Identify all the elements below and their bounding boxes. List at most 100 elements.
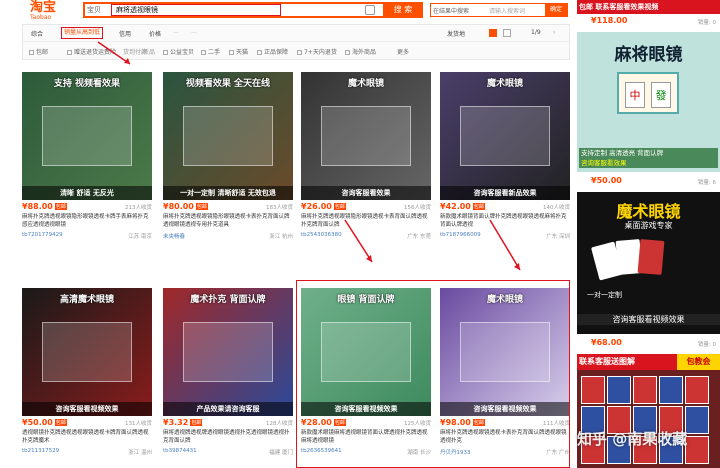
ship-from-filter[interactable]: 发货地 [447, 29, 465, 38]
price-range-min[interactable]: — [173, 29, 179, 36]
product-image[interactable]: 魔术眼镜 咨询客服看新品效果 [440, 72, 570, 200]
refine-confirm-button[interactable]: 确定 [545, 4, 567, 16]
grid-view-icon[interactable] [489, 29, 497, 37]
filter-more[interactable]: 更多 [397, 47, 409, 56]
product-card[interactable]: 高清魔术眼镜 咨询客服看视频效果 ¥50.00 包邮 131人收货 透视眼镜扑克牌… [22, 288, 152, 463]
shop-name-link[interactable]: tb39874431 [163, 448, 197, 454]
product-image[interactable]: 魔术扑克 背面认牌 产品效果请咨询客服 [163, 288, 293, 416]
sort-default[interactable]: 综合 [31, 29, 43, 38]
product-card[interactable]: 支持 视频看效果 清晰 舒适 无反光 ¥88.00 包邮 213人收货 麻将扑克牌… [22, 72, 152, 247]
sort-row: 综合 销量从高到低 信用 价格 — — 发货地 1/9 › [23, 25, 571, 42]
product-card[interactable]: 魔术眼镜 咨询客服看效果 ¥26.00 包邮 156人收货 麻将扑克牌透视眼镜隐形… [301, 72, 431, 247]
product-card[interactable]: 视频看效果 全天在线 一对一定制 清晰舒适 无效包退 ¥80.00 包邮 183人… [163, 72, 293, 247]
shop-name-link[interactable]: tb211317529 [22, 448, 59, 454]
product-price: ¥3.32 包邮 [163, 418, 203, 427]
ad-sold-3: 销量: 0 [697, 342, 716, 348]
refine-search-box[interactable]: 在结果中搜索 请输入搜索词 确定 [430, 3, 568, 17]
shop-location: 福建 厦门 [269, 450, 293, 456]
filter-new[interactable]: 新品 [143, 47, 155, 56]
product-title[interactable]: 麻将扑克牌透视眼镜隐形眼镜透视卡表扑克背面认牌透视眼镜透视专用扑克道具 [163, 213, 293, 229]
product-image-footer: 咨询客服看新品效果 [440, 186, 570, 200]
product-title[interactable]: 透视眼镜扑克牌透视透视眼镜透视卡牌背面认牌透视扑克牌魔术 [22, 429, 152, 445]
product-title[interactable]: 麻将透视牌透视牌透视眼镜透视扑克透视眼镜透视扑克背面认牌 [163, 429, 293, 445]
product-image-headline: 视频看效果 全天在线 [185, 79, 271, 89]
filter-genuine[interactable]: 正品保障 [257, 47, 288, 56]
product-title[interactable]: 麻将扑克牌透视眼镜隐形眼镜透视卡牌手表麻将扑克感应透视透视眼镜 [22, 213, 152, 229]
product-sold-count: 140人收货 [543, 205, 570, 211]
product-image-graphic [460, 106, 550, 166]
shop-name-link[interactable]: tb7187966009 [440, 232, 481, 238]
filter-return-insurance[interactable]: 赠送退货运费险 [67, 47, 116, 56]
list-view-icon[interactable] [503, 29, 511, 37]
product-image-footer: 产品效果请咨询客服 [163, 402, 293, 416]
shop-location: 江苏 南京 [128, 234, 152, 240]
free-shipping-badge: 包邮 [190, 419, 203, 426]
product-image-headline: 魔术眼镜 [486, 79, 523, 89]
price-range-max[interactable]: — [191, 29, 197, 36]
ad-banner2-sub: 桌面游戏专家 [624, 221, 673, 230]
product-title[interactable]: 麻将扑克牌透视眼镜隐形眼镜透视卡表背面认牌透视扑克牌背面认牌 [301, 213, 431, 229]
product-image-graphic [42, 322, 132, 382]
filter-free-shipping[interactable]: 包邮 [29, 47, 48, 56]
shop-location: 浙江 杭州 [269, 234, 293, 240]
product-image-graphic [42, 106, 132, 166]
product-sold-count: 128人收货 [266, 421, 293, 427]
refine-search-input[interactable]: 请输入搜索词 [489, 6, 525, 15]
product-sold-count: 183人收货 [266, 205, 293, 211]
card-backs-pattern [581, 376, 709, 464]
ad-banner1-footer: 支持定制 高清透亮 背面认牌 咨询客服看效果 [579, 148, 718, 168]
mahjong-tile-green: 發 [651, 82, 671, 108]
product-price: ¥80.00 包邮 [163, 202, 208, 211]
shop-name-link[interactable]: tb2543036380 [301, 232, 342, 238]
filter-7day-return[interactable]: 7+天内退货 [297, 47, 337, 56]
ad-banner1-title: 麻将眼镜 [614, 45, 683, 65]
free-shipping-badge: 包邮 [54, 203, 67, 210]
annotation-arrowhead-2 [514, 263, 520, 270]
sort-by-sales[interactable]: 销量从高到低 [61, 27, 104, 39]
product-image-footer: 咨询客服看视频效果 [22, 402, 152, 416]
product-image[interactable]: 高清魔术眼镜 咨询客服看视频效果 [22, 288, 152, 416]
filter-secondhand[interactable]: 二手 [201, 47, 220, 56]
product-title[interactable]: 新款魔术眼镜背面认牌扑克牌透视眼镜透视麻将扑克背面认牌透视 [440, 213, 570, 229]
product-sold-count: 131人收货 [125, 421, 152, 427]
playing-card-graphic [637, 239, 665, 275]
search-button[interactable]: 搜 索 [383, 2, 423, 18]
ad-image-magic-glasses[interactable]: 魔术眼镜 桌面游戏专家 一对一定制 咨询客服看视频效果 [577, 192, 720, 334]
ad-banner2-bot2: 咨询客服看视频效果 [577, 314, 720, 325]
taobao-logo[interactable]: 淘宝 Taobao [30, 1, 66, 21]
ad-banner3-tag: 包教会 [677, 354, 720, 370]
filter-charity[interactable]: 公益宝贝 [163, 47, 194, 56]
search-category[interactable]: 宝贝 [87, 5, 109, 16]
sort-price[interactable]: 价格 [149, 29, 161, 38]
product-card[interactable]: 魔术眼镜 咨询客服看新品效果 ¥42.00 包邮 140人收货 新款魔术眼镜背面认… [440, 72, 570, 247]
search-box[interactable]: 宝贝 麻将透视眼镜 搜 索 [83, 2, 423, 18]
filter-tmall[interactable]: 天猫 [229, 47, 248, 56]
right-ad-column: 包邮 联系客服看效果视频 ¥118.00 销量: 0 麻将眼镜 中 發 支持定制… [577, 0, 720, 468]
free-shipping-badge: 包邮 [54, 419, 67, 426]
mahjong-tile-graphic: 中 發 [617, 72, 679, 114]
refine-search-label: 在结果中搜索 [433, 8, 470, 15]
product-image[interactable]: 魔术眼镜 咨询客服看效果 [301, 72, 431, 200]
ad-image-mahjong[interactable]: 麻将眼镜 中 發 支持定制 高清透亮 背面认牌 咨询客服看效果 [577, 32, 720, 172]
product-image-graphic [183, 322, 273, 382]
ad-banner3-title: 联系客服送图解 [577, 354, 677, 370]
shop-name-link[interactable]: tb7201779429 [22, 232, 63, 238]
shop-location: 广东 东莞 [407, 234, 431, 240]
product-sold-count: 156人收货 [404, 205, 431, 211]
ad-image-cards[interactable]: 联系客服送图解 包教会 [577, 354, 720, 468]
camera-icon[interactable] [365, 5, 375, 15]
product-image[interactable]: 支持 视频看效果 清晰 舒适 无反光 [22, 72, 152, 200]
shop-name-link[interactable]: 未央畅春 [163, 232, 185, 240]
annotation-arrowhead-1 [366, 255, 372, 262]
free-shipping-badge: 包邮 [333, 203, 346, 210]
top-header: 淘宝 Taobao 宝贝 麻将透视眼镜 搜 索 在结果中搜索 请输入搜索词 确定 [0, 0, 575, 22]
search-input[interactable]: 麻将透视眼镜 [111, 4, 281, 16]
product-image[interactable]: 视频看效果 全天在线 一对一定制 清晰舒适 无效包退 [163, 72, 293, 200]
annotation-highlight-box [296, 280, 570, 468]
product-price: ¥42.00 包邮 [440, 202, 485, 211]
next-page-icon[interactable]: › [553, 29, 555, 36]
filter-overseas[interactable]: 海外商品 [345, 47, 376, 56]
product-card[interactable]: 魔术扑克 背面认牌 产品效果请咨询客服 ¥3.32 包邮 128人收货 麻将透视牌… [163, 288, 293, 463]
product-image-graphic [183, 106, 273, 166]
sort-credit[interactable]: 信用 [119, 29, 131, 38]
